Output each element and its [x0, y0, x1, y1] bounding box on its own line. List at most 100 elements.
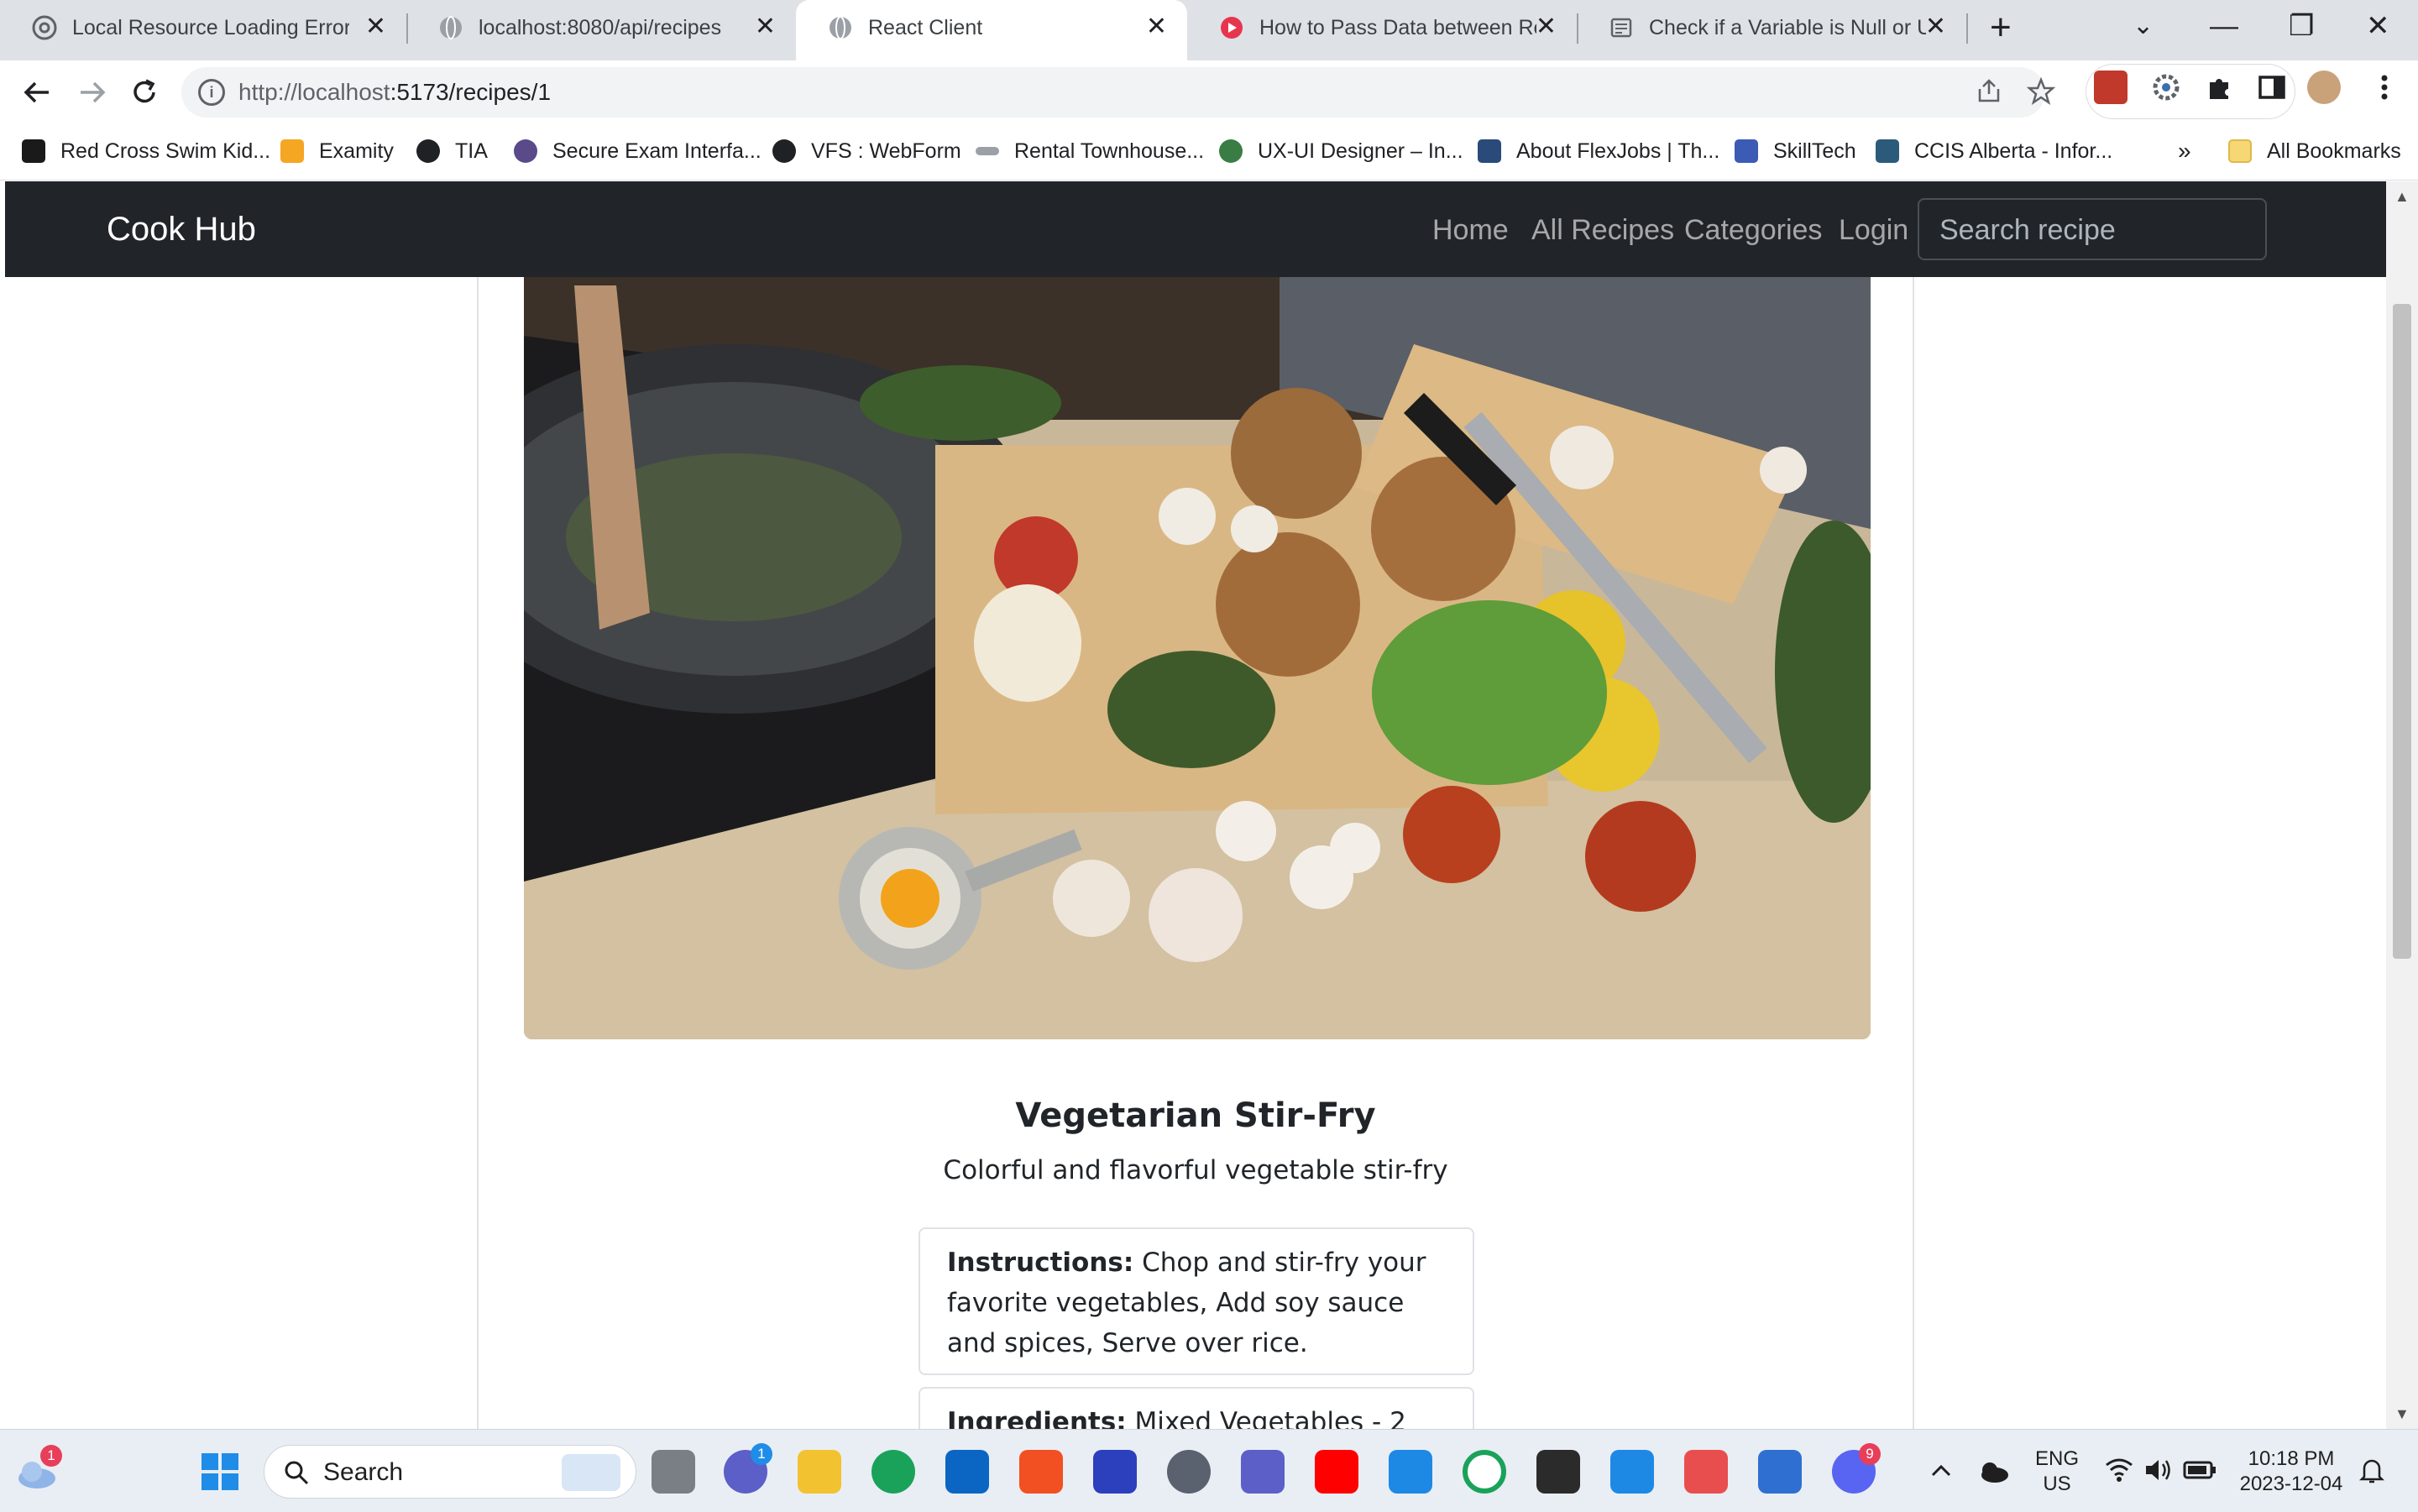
windows-start-icon[interactable]	[198, 1450, 242, 1494]
browser-tab-strip: Local Resource Loading Error ✕ localhost…	[0, 0, 2418, 60]
bookmark-flexjobs[interactable]: About FlexJobs | Th...	[1478, 136, 1719, 166]
bookmark-rental-townhouse[interactable]: Rental Townhouse...	[976, 136, 1204, 166]
address-bar[interactable]: i http://localhost:5173/recipes/1	[181, 67, 2055, 118]
bookmark-secure-exam[interactable]: Secure Exam Interfa...	[514, 136, 762, 166]
clock-date: 2023-12-04	[2239, 1473, 2343, 1495]
reload-icon[interactable]	[128, 76, 161, 109]
browser-toolbar: i http://localhost:5173/recipes/1	[0, 60, 2418, 124]
forward-icon[interactable]	[76, 76, 109, 109]
app-navbar: Cook Hub Home All Recipes Categories Log…	[5, 181, 2386, 277]
ingredients-label: Ingredients:	[947, 1407, 1127, 1429]
terminal-icon[interactable]	[1536, 1450, 1580, 1494]
app-icon[interactable]	[1093, 1450, 1137, 1494]
onedrive-cloud-icon[interactable]	[1976, 1455, 2010, 1485]
tab-search-button[interactable]: ⌄	[2133, 5, 2154, 47]
close-window-button[interactable]: ✕	[2366, 5, 2390, 47]
tab-close-icon[interactable]: ✕	[365, 10, 386, 44]
extensions-puzzle-icon[interactable]	[2203, 71, 2237, 104]
bookmark-examity[interactable]: Examity	[280, 136, 394, 166]
clock[interactable]: 10:18 PM 2023-12-04	[2228, 1447, 2354, 1497]
chatgpt-icon	[32, 15, 57, 40]
tab-pass-data-video[interactable]: How to Pass Data between Rea ✕	[1187, 0, 1577, 55]
article-icon	[1610, 18, 1632, 38]
snipping-tool-icon[interactable]	[1684, 1450, 1728, 1494]
linkedin-icon[interactable]	[945, 1450, 989, 1494]
battery-icon[interactable]	[2183, 1458, 2216, 1482]
url-text: http://localhost:5173/recipes/1	[238, 79, 552, 105]
notepad-icon[interactable]	[1389, 1450, 1432, 1494]
page-scrollbar[interactable]: ▲ ▼	[2386, 181, 2418, 1429]
browser-menu-icon[interactable]	[2368, 71, 2401, 104]
bookmarks-bar: Red Cross Swim Kid... Examity TIA Secure…	[0, 124, 2418, 180]
tab-react-client[interactable]: React Client ✕	[796, 0, 1187, 60]
input-language[interactable]: ENG US	[2023, 1447, 2091, 1497]
side-panel-icon[interactable]	[2255, 71, 2289, 104]
tab-check-null-variable[interactable]: Check if a Variable is Null or Ur ✕	[1577, 0, 1966, 55]
profile-avatar[interactable]	[2307, 71, 2341, 104]
wifi-icon[interactable]	[2104, 1457, 2134, 1483]
instructions-label: Instructions:	[947, 1248, 1134, 1278]
scroll-up-arrow-icon[interactable]: ▲	[2394, 188, 2410, 206]
recipe-image	[524, 277, 1871, 1039]
teams-icon[interactable]	[1241, 1450, 1285, 1494]
tab-close-icon[interactable]: ✕	[1146, 10, 1167, 44]
globe-icon	[416, 139, 440, 163]
tab-title: How to Pass Data between Rea	[1259, 16, 1536, 39]
back-icon[interactable]	[20, 76, 54, 109]
extension-pdf-icon[interactable]	[2094, 71, 2128, 104]
discord-badge: 9	[1859, 1443, 1881, 1465]
bookmark-icon	[1876, 139, 1899, 163]
restore-button[interactable]: ❐	[2289, 5, 2314, 47]
bookmark-ux-ui-designer[interactable]: UX-UI Designer – In...	[1219, 136, 1463, 166]
tab-title: localhost:8080/api/recipes	[479, 16, 722, 39]
scrollbar-thumb[interactable]	[2393, 304, 2411, 959]
minimize-button[interactable]: —	[2210, 5, 2238, 47]
volume-icon[interactable]	[2143, 1457, 2173, 1483]
bookmark-tia[interactable]: TIA	[416, 136, 488, 166]
microsoft-store-icon[interactable]	[1019, 1450, 1063, 1494]
nav-link-login[interactable]: Login	[1839, 213, 1908, 247]
bookmark-icon	[976, 147, 999, 155]
tab-title: React Client	[868, 16, 983, 39]
bookmark-icon	[514, 139, 537, 163]
tab-close-icon[interactable]: ✕	[755, 10, 776, 44]
vscode-icon[interactable]	[1610, 1450, 1654, 1494]
new-tab-button[interactable]: +	[1990, 7, 2012, 49]
search-highlight-icon	[562, 1454, 620, 1491]
taskbar-search-box[interactable]: Search	[264, 1445, 636, 1499]
settings-gear-icon[interactable]	[1167, 1450, 1211, 1494]
nav-link-home[interactable]: Home	[1432, 213, 1509, 247]
tab-local-resource-loading-error[interactable]: Local Resource Loading Error ✕	[0, 0, 406, 55]
search-icon	[285, 1461, 309, 1485]
recipe-search-input[interactable]: Search recipe	[1918, 198, 2267, 260]
tab-title: Local Resource Loading Error	[72, 16, 349, 39]
tab-close-icon[interactable]: ✕	[1536, 10, 1557, 44]
brand-logo-text[interactable]: Cook Hub	[107, 210, 256, 249]
bookmarks-overflow-button[interactable]: »	[2178, 136, 2191, 166]
chevron-up-icon[interactable]	[1929, 1460, 1953, 1483]
bookmark-ccis-alberta[interactable]: CCIS Alberta - Infor...	[1876, 136, 2112, 166]
chrome-icon[interactable]	[1463, 1450, 1506, 1494]
bookmark-vfs-webform[interactable]: VFS : WebForm	[772, 136, 961, 166]
task-view-icon[interactable]	[652, 1450, 695, 1494]
notification-bell-icon[interactable]	[2358, 1457, 2386, 1485]
bookmark-red-cross[interactable]: Red Cross Swim Kid...	[22, 136, 270, 166]
bookmark-skilltech[interactable]: SkillTech	[1735, 136, 1856, 166]
nav-link-categories[interactable]: Categories	[1684, 213, 1822, 247]
youtube-icon[interactable]	[1315, 1450, 1358, 1494]
recipe-description: Colorful and flavorful vegetable stir-fr…	[943, 1155, 1448, 1185]
tab-close-icon[interactable]: ✕	[1925, 10, 1946, 44]
clock-time: 10:18 PM	[2248, 1447, 2335, 1470]
powershell-icon[interactable]	[1758, 1450, 1802, 1494]
all-bookmarks-folder[interactable]: All Bookmarks	[2228, 136, 2401, 166]
nav-link-all-recipes[interactable]: All Recipes	[1531, 213, 1674, 247]
scroll-down-arrow-icon[interactable]: ▼	[2394, 1405, 2410, 1423]
file-explorer-icon[interactable]	[798, 1450, 841, 1494]
site-info-icon[interactable]: i	[198, 79, 225, 106]
folder-icon	[2228, 139, 2252, 163]
share-icon[interactable]	[1975, 77, 2003, 106]
tab-api-recipes[interactable]: localhost:8080/api/recipes ✕	[406, 0, 796, 55]
edge-browser-icon[interactable]	[871, 1450, 915, 1494]
extension-gear-icon[interactable]	[2149, 71, 2183, 104]
bookmark-star-icon[interactable]	[2027, 77, 2055, 106]
